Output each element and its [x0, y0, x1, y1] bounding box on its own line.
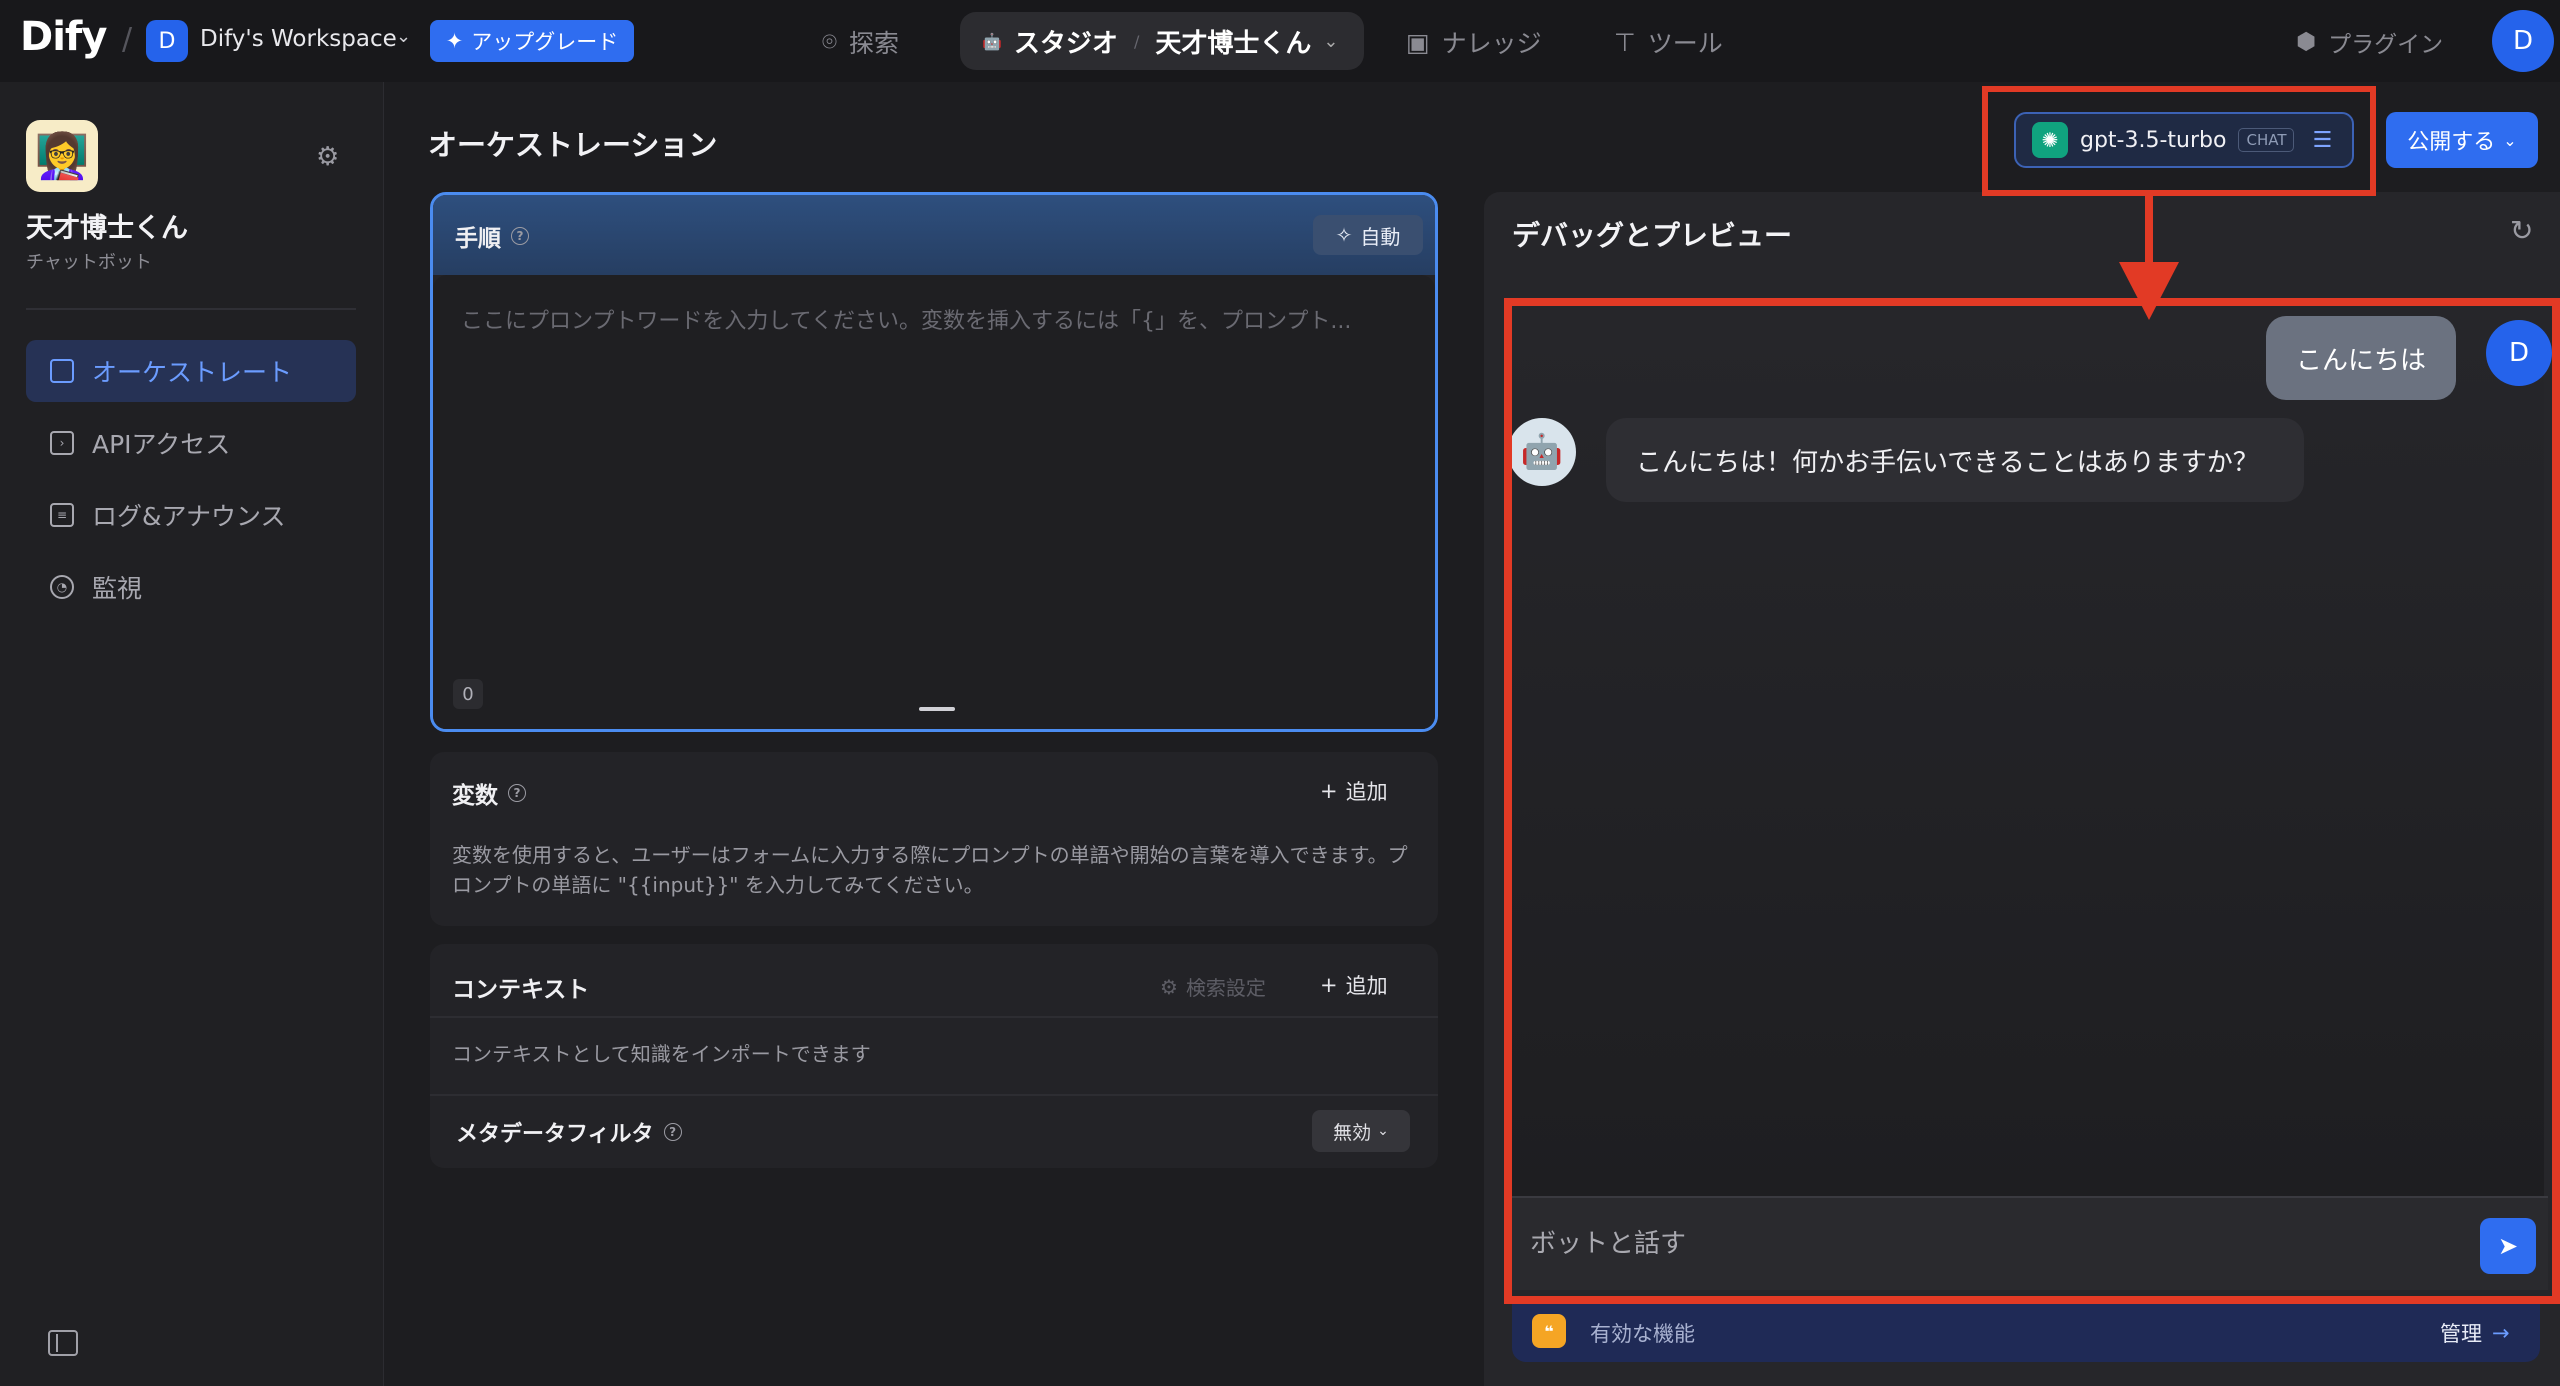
metadata-filter-value: 無効	[1333, 1121, 1372, 1144]
book-icon: ▣	[1406, 27, 1430, 57]
prompt-header: 手順 ? ✧ 自動	[433, 195, 1435, 275]
variables-title: 変数 ?	[452, 776, 526, 810]
help-icon[interactable]: ?	[663, 1123, 682, 1141]
upgrade-button[interactable]: ✦ アップグレード	[430, 20, 634, 62]
upgrade-label: アップグレード	[471, 30, 619, 54]
prompt-input[interactable]: ここにプロンプトワードを入力してください。変数を挿入するには「{」を、プロンプト…	[433, 275, 1435, 729]
nav-studio[interactable]: 🤖 スタジオ / 天才博士くん ⌄	[960, 12, 1364, 70]
auto-generate-button[interactable]: ✧ 自動	[1313, 215, 1423, 255]
debug-panel-title: デバッグとプレビュー	[1512, 219, 1793, 252]
add-variable-button[interactable]: + 追加	[1320, 776, 1388, 806]
publish-label: 公開する	[2407, 130, 2496, 155]
nav-plugins[interactable]: ⬢ プラグイン	[2296, 20, 2443, 64]
prompt-editor-card: 手順 ? ✧ 自動 ここにプロンプトワードを入力してください。変数を挿入するには…	[430, 192, 1438, 732]
window-icon	[50, 359, 74, 383]
current-app-name: 天才博士くん	[1155, 28, 1312, 59]
retrieval-settings-label: 検索設定	[1185, 976, 1266, 1000]
plus-icon: +	[1320, 973, 1338, 997]
metadata-filter-select[interactable]: 無効 ⌄	[1312, 1110, 1410, 1152]
retrieval-settings-button[interactable]: ⚙ 検索設定	[1160, 972, 1266, 1001]
auto-generate-label: 自動	[1360, 224, 1401, 249]
help-icon[interactable]: ?	[511, 227, 529, 245]
chevron-down-icon[interactable]: ⌄	[396, 26, 411, 47]
plus-icon: +	[1320, 779, 1338, 803]
resize-handle[interactable]	[919, 707, 955, 711]
sparkle-icon: ✦	[445, 29, 464, 53]
gauge-icon: ◔	[50, 575, 74, 599]
sidebar-item-monitoring[interactable]: ◔ 監視	[26, 556, 356, 618]
add-variable-label: 追加	[1345, 780, 1388, 804]
refresh-icon[interactable]: ↻	[2510, 214, 2533, 247]
compass-icon: ⌾	[822, 27, 838, 56]
variables-description: 変数を使用すると、ユーザーはフォームに入力する際にプロンプトの単語や開始の言葉を…	[452, 843, 1408, 897]
metadata-filter-label: メタデータフィルタ ?	[456, 1116, 682, 1148]
nav-explore[interactable]: ⌾ 探索	[822, 20, 899, 64]
nav-studio-label: スタジオ	[1013, 28, 1118, 59]
hammer-icon: ⊤	[1614, 27, 1636, 57]
prompt-placeholder: ここにプロンプトワードを入力してください。変数を挿入するには「{」を、プロンプト…	[461, 309, 1352, 334]
variables-title-text: 変数	[452, 783, 498, 809]
sidebar-item-label: ログ&アナウンス	[92, 502, 286, 531]
divider	[430, 1094, 1438, 1096]
workspace-name[interactable]: Dify's Workspace	[200, 26, 397, 52]
help-icon[interactable]: ?	[508, 784, 526, 802]
nav-explore-label: 探索	[849, 29, 900, 58]
arrow-right-icon: →	[2492, 1321, 2510, 1345]
sidebar	[0, 82, 384, 1386]
cube-icon: ⬢	[2296, 29, 2317, 55]
prompt-label: 手順 ?	[455, 219, 529, 253]
add-context-label: 追加	[1345, 974, 1388, 998]
context-title: コンテキスト	[452, 977, 590, 1003]
highlight-box-model	[1982, 86, 2376, 196]
nav-knowledge-label: ナレッジ	[1441, 29, 1542, 58]
nav-plugins-label: プラグイン	[2328, 32, 2444, 58]
app-type: チャットボット	[26, 252, 152, 273]
nav-tools-label: ツール	[1647, 29, 1723, 58]
sidebar-collapse-icon[interactable]	[48, 1330, 78, 1356]
dify-logo[interactable]: Dify	[20, 14, 107, 60]
divider	[430, 1016, 1438, 1018]
annotation-arrow	[2145, 196, 2153, 266]
chevron-down-icon: ⌄	[1377, 1123, 1389, 1139]
sidebar-item-orchestrate[interactable]: オーケストレート	[26, 340, 356, 402]
breadcrumb-separator: /	[1133, 31, 1140, 51]
context-description: コンテキストとして知識をインポートできます	[452, 1042, 871, 1066]
terminal-icon: ›	[50, 431, 74, 455]
features-bar: ❝ 有効な機能 管理 →	[1512, 1300, 2540, 1362]
nav-knowledge[interactable]: ▣ ナレッジ	[1406, 20, 1542, 64]
sidebar-divider	[26, 308, 356, 310]
add-context-button[interactable]: + 追加	[1320, 970, 1388, 1000]
highlight-box-chat	[1504, 298, 2560, 1304]
settings-sliders-icon: ⚙	[1160, 974, 1178, 999]
publish-button[interactable]: 公開する ⌄	[2386, 112, 2538, 168]
settings-sliders-icon[interactable]: ⚙	[316, 142, 339, 172]
robot-icon: 🤖	[982, 31, 1002, 51]
sidebar-item-logs[interactable]: ≡ ログ&アナウンス	[26, 484, 356, 546]
workspace-avatar[interactable]: D	[146, 20, 188, 62]
sidebar-item-label: 監視	[92, 574, 143, 603]
breadcrumb-separator: /	[122, 22, 133, 57]
features-label: 有効な機能	[1590, 1322, 1695, 1346]
page-title: オーケストレーション	[428, 128, 718, 162]
document-icon: ≡	[50, 503, 74, 527]
nav-tools[interactable]: ⊤ ツール	[1614, 20, 1723, 64]
context-card: コンテキスト ⚙ 検索設定 + 追加 コンテキストとして知識をインポートできます…	[430, 944, 1438, 1168]
features-icon: ❝	[1532, 1314, 1566, 1348]
chevron-down-icon: ⌄	[1323, 30, 1339, 52]
user-avatar[interactable]: D	[2492, 10, 2554, 72]
magic-sparkle-icon: ✧	[1335, 223, 1353, 247]
variables-card: 変数 ? + 追加 変数を使用すると、ユーザーはフォームに入力する際にプロンプト…	[430, 752, 1438, 926]
prompt-label-text: 手順	[455, 226, 501, 252]
app-name: 天才博士くん	[26, 213, 188, 244]
manage-features-link[interactable]: 管理 →	[2440, 1318, 2510, 1348]
chevron-down-icon: ⌄	[2503, 130, 2517, 150]
sidebar-item-label: オーケストレート	[92, 358, 293, 387]
sidebar-item-api-access[interactable]: › APIアクセス	[26, 412, 356, 474]
metadata-filter-text: メタデータフィルタ	[456, 1122, 654, 1147]
sidebar-item-label: APIアクセス	[92, 430, 231, 459]
manage-label: 管理	[2440, 1322, 2482, 1346]
app-icon: 👩‍🏫	[26, 120, 98, 192]
character-count: 0	[453, 679, 483, 709]
